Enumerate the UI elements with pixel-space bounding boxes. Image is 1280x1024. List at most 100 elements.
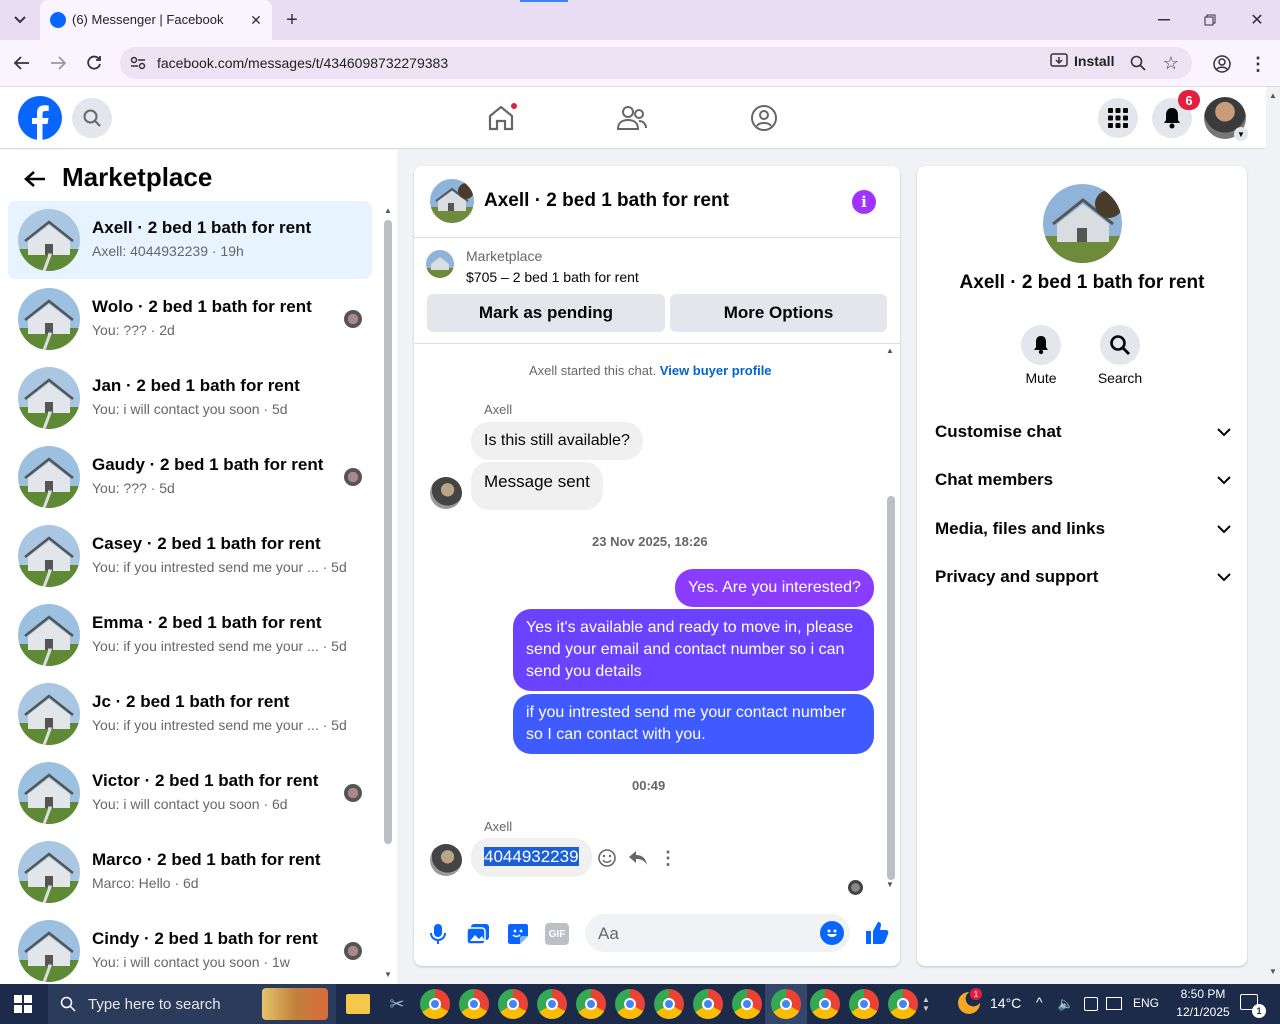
conversation-item[interactable]: Emma · 2 bed 1 bath for rent You: if you … <box>8 596 372 674</box>
chat-members-section[interactable]: Chat members <box>935 470 1231 490</box>
taskbar-search-box[interactable]: Type here to search <box>48 984 336 1024</box>
outgoing-message[interactable]: Yes it's available and ready to move in,… <box>513 609 874 691</box>
scrollbar-thumb[interactable] <box>887 496 895 880</box>
site-settings-icon[interactable] <box>128 53 148 73</box>
reply-icon[interactable] <box>627 847 649 869</box>
install-button[interactable]: Install <box>1050 53 1114 69</box>
forward-arrow-icon[interactable] <box>46 51 70 75</box>
chrome-taskbar-icon[interactable] <box>888 989 918 1019</box>
conversation-item[interactable]: Marco · 2 bed 1 bath for rent Marco: Hell… <box>8 833 372 911</box>
language-indicator[interactable]: ENG <box>1133 996 1159 1010</box>
chrome-taskbar-icon[interactable] <box>654 989 684 1019</box>
incoming-message[interactable]: Message sent <box>471 462 603 510</box>
zoom-icon[interactable] <box>1128 53 1148 73</box>
chrome-taskbar-icon[interactable] <box>459 989 489 1019</box>
menu-grid-icon[interactable] <box>1098 98 1138 138</box>
battery-icon[interactable] <box>1084 997 1098 1011</box>
conversation-item[interactable]: Axell · 2 bed 1 bath for rent Axell: 4044… <box>8 201 372 279</box>
privacy-support-section[interactable]: Privacy and support <box>935 567 1231 587</box>
conversation-item[interactable]: Cindy · 2 bed 1 bath for rent You: i will… <box>8 912 372 990</box>
chat-scrollbar[interactable]: ▲ ▼ <box>885 346 897 892</box>
emoji-icon[interactable] <box>820 921 844 945</box>
more-options-button[interactable]: More Options <box>670 294 887 332</box>
conversation-item[interactable]: Gaudy · 2 bed 1 bath for rent You: ??? · … <box>8 438 372 516</box>
close-window-icon[interactable]: ✕ <box>1243 8 1271 32</box>
outgoing-message[interactable]: Yes. Are you interested? <box>675 569 874 607</box>
thumbs-up-icon[interactable] <box>863 919 891 947</box>
reload-icon[interactable] <box>82 51 106 75</box>
microphone-icon[interactable] <box>426 921 450 947</box>
sticker-icon[interactable] <box>505 921 531 947</box>
chrome-taskbar-icon[interactable] <box>810 989 840 1019</box>
url-text[interactable]: facebook.com/messages/t/4346098732279383 <box>157 55 448 71</box>
chat-title[interactable]: Axell · 2 bed 1 bath for rent <box>484 190 729 212</box>
conversation-item[interactable]: Casey · 2 bed 1 bath for rent You: if you… <box>8 517 372 595</box>
back-arrow-icon[interactable] <box>20 164 50 194</box>
listing-description[interactable]: $705 – 2 bed 1 bath for rent <box>466 269 639 285</box>
network-icon[interactable] <box>1106 997 1122 1010</box>
bookmark-star-icon[interactable]: ☆ <box>1160 52 1182 74</box>
chrome-taskbar-icon[interactable] <box>537 989 567 1019</box>
page-scrollbar[interactable]: ▲ ▼ <box>1266 87 1280 984</box>
back-arrow-icon[interactable] <box>10 51 34 75</box>
info-avatar[interactable] <box>1043 184 1122 263</box>
incoming-message[interactable]: 4044932239 <box>471 838 592 877</box>
chrome-taskbar-icon[interactable] <box>498 989 528 1019</box>
chrome-taskbar-icon[interactable] <box>576 989 606 1019</box>
chrome-taskbar-icon[interactable] <box>615 989 645 1019</box>
chrome-taskbar-icon[interactable] <box>693 989 723 1019</box>
sender-avatar[interactable] <box>430 477 462 509</box>
conversation-item[interactable]: Victor · 2 bed 1 bath for rent You: i wil… <box>8 754 372 832</box>
conversation-item[interactable]: Jan · 2 bed 1 bath for rent You: i will c… <box>8 359 372 437</box>
volume-icon[interactable]: 🔈 <box>1056 994 1076 1014</box>
browser-tab[interactable]: (6) Messenger | Facebook ✕ <box>40 0 272 40</box>
snipping-tool-icon[interactable]: ✂ <box>384 990 410 1018</box>
search-in-chat-icon[interactable] <box>1100 325 1140 365</box>
sender-avatar[interactable] <box>430 844 462 876</box>
close-tab-icon[interactable]: ✕ <box>246 10 266 30</box>
groups-icon[interactable] <box>744 98 784 138</box>
profile-icon[interactable] <box>1210 52 1234 76</box>
mark-as-pending-button[interactable]: Mark as pending <box>427 294 665 332</box>
customise-chat-section[interactable]: Customise chat <box>935 422 1231 442</box>
url-omnibox[interactable]: facebook.com/messages/t/4346098732279383… <box>120 47 1192 79</box>
account-chevron-icon[interactable]: ▼ <box>1234 127 1248 141</box>
tray-chevron-icon[interactable]: ^ <box>1036 994 1043 1010</box>
conversation-item[interactable]: Jc · 2 bed 1 bath for rent You: if you in… <box>8 675 372 753</box>
temperature[interactable]: 14°C <box>990 995 1021 1011</box>
browser-menu-icon[interactable]: ⋮ <box>1248 52 1268 76</box>
incoming-message[interactable]: Is this still available? <box>471 422 643 460</box>
outgoing-message[interactable]: if you intrested send me your contact nu… <box>513 694 874 754</box>
chat-avatar[interactable] <box>430 179 474 223</box>
conversation-list-scrollbar[interactable]: ▲ ▼ <box>383 206 393 984</box>
restore-icon[interactable] <box>1196 8 1224 32</box>
view-buyer-profile-link[interactable]: View buyer profile <box>660 363 772 378</box>
chrome-taskbar-icon[interactable] <box>849 989 879 1019</box>
minimize-icon[interactable] <box>1150 8 1178 32</box>
clock-time[interactable]: 8:50 PM <box>1172 987 1234 1001</box>
windows-start-icon[interactable] <box>10 992 36 1016</box>
scrollbar-thumb[interactable] <box>384 220 392 844</box>
info-icon[interactable]: i <box>852 190 876 214</box>
gif-icon[interactable]: GIF <box>545 923 569 945</box>
tab-list-chevron-icon[interactable] <box>8 8 32 32</box>
home-icon[interactable] <box>481 98 521 138</box>
message-input[interactable]: Aa <box>585 914 850 952</box>
chrome-taskbar-icon[interactable] <box>732 989 762 1019</box>
search-icon[interactable] <box>72 98 112 138</box>
listing-thumbnail[interactable] <box>426 250 454 278</box>
chrome-taskbar-icon[interactable] <box>771 989 801 1019</box>
file-explorer-icon[interactable] <box>346 994 370 1014</box>
chrome-taskbar-icon[interactable] <box>420 989 450 1019</box>
mute-bell-icon[interactable] <box>1021 325 1061 365</box>
facebook-logo[interactable] <box>18 96 62 140</box>
friends-icon[interactable] <box>612 98 652 138</box>
selected-phone-number[interactable]: 4044932239 <box>484 847 579 866</box>
taskbar-scroll-icon[interactable]: ▲ ▼ <box>920 986 932 1022</box>
more-actions-icon[interactable]: ⋮ <box>659 847 677 869</box>
new-tab-plus-icon[interactable]: + <box>280 8 304 32</box>
clock-date[interactable]: 12/1/2025 <box>1170 1005 1236 1019</box>
photo-icon[interactable] <box>465 921 491 947</box>
react-smiley-icon[interactable] <box>596 847 618 869</box>
media-files-links-section[interactable]: Media, files and links <box>935 519 1231 539</box>
